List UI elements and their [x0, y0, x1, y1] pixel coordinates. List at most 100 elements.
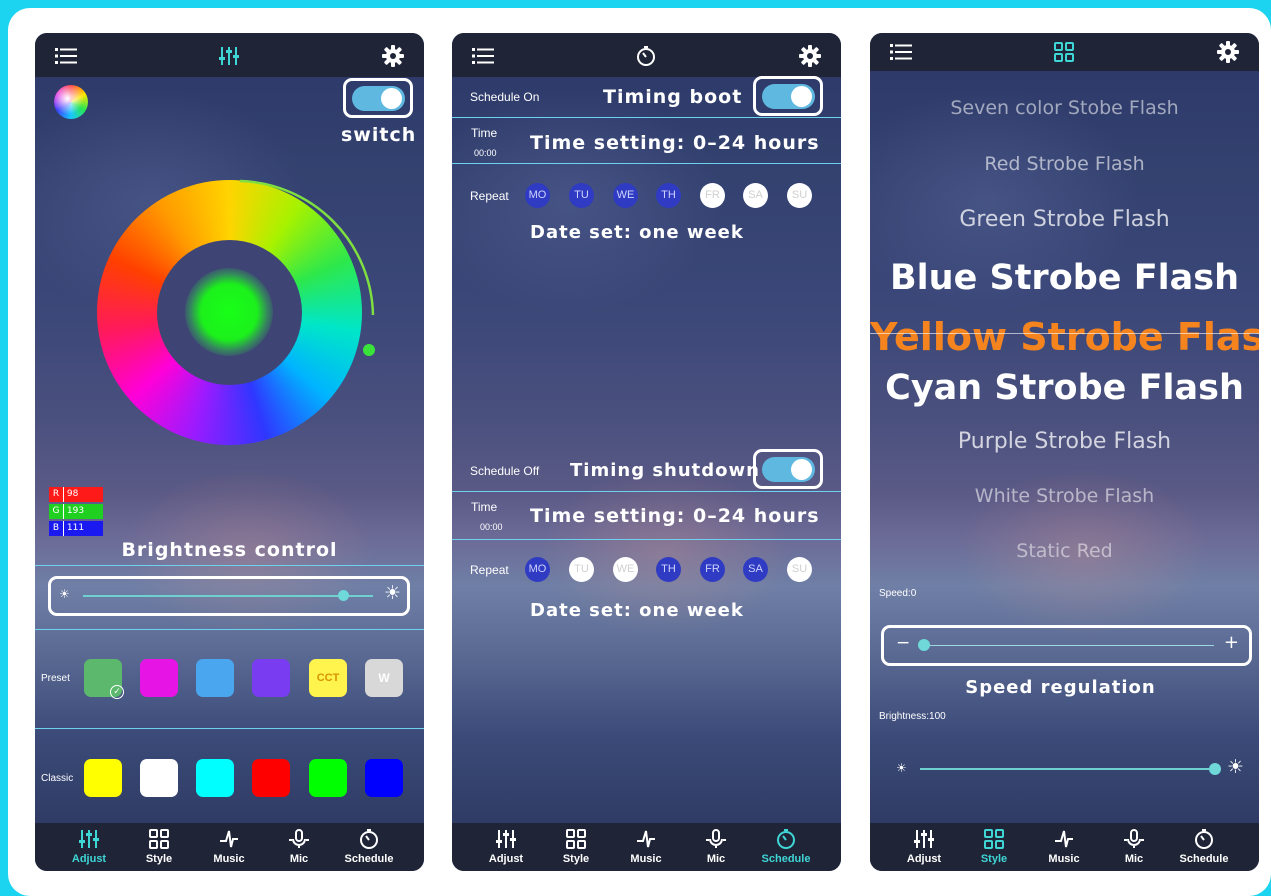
classic-label: Classic — [41, 773, 74, 784]
preset-swatch-cct[interactable]: CCT — [309, 659, 347, 697]
classic-swatch-red[interactable] — [252, 759, 290, 797]
selection-line — [870, 333, 1259, 334]
day-toggle-tu[interactable]: TU — [569, 557, 594, 582]
timing-shutdown-switch[interactable] — [753, 449, 823, 489]
classic-swatch-white[interactable] — [140, 759, 178, 797]
time-value[interactable]: 00:00 — [480, 522, 503, 532]
effect-item[interactable]: Purple Strobe Flash — [870, 429, 1259, 454]
tab-style[interactable]: Style — [959, 828, 1029, 865]
classic-swatch-cyan[interactable] — [196, 759, 234, 797]
tab-mic[interactable]: Mic — [264, 828, 334, 865]
day-toggle-mo[interactable]: MO — [525, 557, 550, 582]
timing-boot-title: Timing boot — [603, 86, 743, 108]
tab-adjust[interactable]: Adjust — [471, 828, 541, 865]
effect-item[interactable]: Blue Strobe Flash — [870, 258, 1259, 298]
tab-schedule[interactable]: Schedule — [751, 828, 821, 865]
day-toggle-su[interactable]: SU — [787, 557, 812, 582]
effect-item[interactable]: Seven color Stobe Flash — [870, 97, 1259, 119]
date-set-label: Date set: one week — [530, 600, 744, 621]
grid-icon — [1054, 42, 1074, 62]
tab-mic[interactable]: Mic — [1099, 828, 1169, 865]
tab-adjust[interactable]: Adjust — [889, 828, 959, 865]
classic-swatch-green[interactable] — [309, 759, 347, 797]
preset-swatch-green[interactable]: ✓ — [84, 659, 124, 699]
effect-item[interactable]: Green Strobe Flash — [870, 207, 1259, 232]
speed-knob[interactable] — [918, 639, 930, 651]
schedule-off-status: Schedule Off — [470, 464, 540, 478]
tab-music[interactable]: Music — [1029, 828, 1099, 865]
preset-label: Preset — [41, 673, 70, 684]
sun-large-icon: ☀ — [1227, 756, 1245, 778]
day-toggle-sa[interactable]: SA — [743, 183, 768, 208]
sun-small-icon: ☀ — [896, 761, 907, 775]
timer-icon — [637, 46, 655, 66]
gear-icon[interactable] — [1217, 41, 1239, 63]
day-toggle-sa[interactable]: SA — [743, 557, 768, 582]
brightness-control-label: Brightness control — [121, 539, 338, 561]
day-toggle-we[interactable]: WE — [613, 557, 638, 582]
switch-label: switch — [341, 124, 417, 146]
tab-style[interactable]: Style — [124, 828, 194, 865]
effect-item[interactable]: Cyan Strobe Flash — [870, 368, 1259, 408]
brightness-slider[interactable]: ☀ ☀ — [48, 576, 410, 616]
classic-swatch-yellow[interactable] — [84, 759, 122, 797]
timer-icon — [777, 829, 795, 849]
time-value[interactable]: 00:00 — [474, 148, 497, 158]
preset-swatch-blue[interactable] — [196, 659, 234, 697]
schedule-on-status: Schedule On — [470, 90, 540, 104]
tab-schedule[interactable]: Schedule — [1169, 828, 1239, 865]
speed-regulation-label: Speed regulation — [965, 677, 1156, 698]
day-toggle-mo[interactable]: MO — [525, 183, 550, 208]
gear-icon[interactable] — [382, 45, 404, 67]
day-toggle-we[interactable]: WE — [613, 183, 638, 208]
tab-adjust[interactable]: Adjust — [54, 828, 124, 865]
music-icon — [220, 830, 238, 848]
color-ball-icon[interactable] — [54, 85, 88, 119]
brightness-knob[interactable] — [338, 590, 349, 601]
rgb-row-r: R 98 — [49, 487, 103, 502]
tab-schedule[interactable]: Schedule — [334, 828, 404, 865]
preset-swatch-magenta[interactable] — [140, 659, 178, 697]
power-switch[interactable] — [343, 78, 413, 118]
day-toggle-th[interactable]: TH — [656, 557, 681, 582]
timer-icon — [1195, 829, 1213, 849]
tab-style[interactable]: Style — [541, 828, 611, 865]
tab-music[interactable]: Music — [611, 828, 681, 865]
bottom-nav: Adjust Style Music Mic Schedule — [35, 823, 424, 871]
menu-icon[interactable] — [472, 45, 494, 67]
effect-item[interactable]: Static Red — [870, 540, 1259, 562]
brightness-knob[interactable] — [1209, 763, 1221, 775]
time-setting-label: Time setting: 0–24 hours — [530, 505, 820, 527]
menu-icon[interactable] — [890, 41, 912, 63]
speed-minus-button[interactable]: − — [896, 633, 910, 653]
day-toggle-fr[interactable]: FR — [700, 183, 725, 208]
effect-item-selected[interactable]: Yellow Strobe Flash — [870, 315, 1259, 359]
day-toggle-th[interactable]: TH — [656, 183, 681, 208]
repeat-label: Repeat — [470, 563, 509, 577]
date-set-label: Date set: one week — [530, 222, 744, 243]
effect-item[interactable]: Red Strobe Flash — [870, 153, 1259, 175]
check-icon: ✓ — [110, 685, 124, 699]
rgb-readout: R 98 G 193 B 111 — [49, 487, 103, 536]
gear-icon[interactable] — [799, 45, 821, 67]
timing-boot-switch[interactable] — [753, 76, 823, 116]
menu-icon[interactable] — [55, 45, 77, 67]
rgb-row-b: B 111 — [49, 521, 103, 536]
day-toggle-fr[interactable]: FR — [700, 557, 725, 582]
timer-icon — [360, 829, 378, 849]
brightness-track — [83, 595, 373, 597]
divider — [452, 539, 841, 540]
preset-swatch-purple[interactable] — [252, 659, 290, 697]
tab-mic[interactable]: Mic — [681, 828, 751, 865]
speed-plus-button[interactable]: + — [1224, 632, 1239, 653]
classic-swatch-blue[interactable] — [365, 759, 403, 797]
sliders-icon — [914, 830, 934, 848]
divider — [452, 163, 841, 164]
effect-item[interactable]: White Strobe Flash — [870, 485, 1259, 507]
preset-swatch-white[interactable]: W — [365, 659, 403, 697]
day-toggle-su[interactable]: SU — [787, 183, 812, 208]
speed-slider[interactable]: − + — [881, 625, 1252, 666]
divider — [35, 629, 424, 630]
day-toggle-tu[interactable]: TU — [569, 183, 594, 208]
tab-music[interactable]: Music — [194, 828, 264, 865]
